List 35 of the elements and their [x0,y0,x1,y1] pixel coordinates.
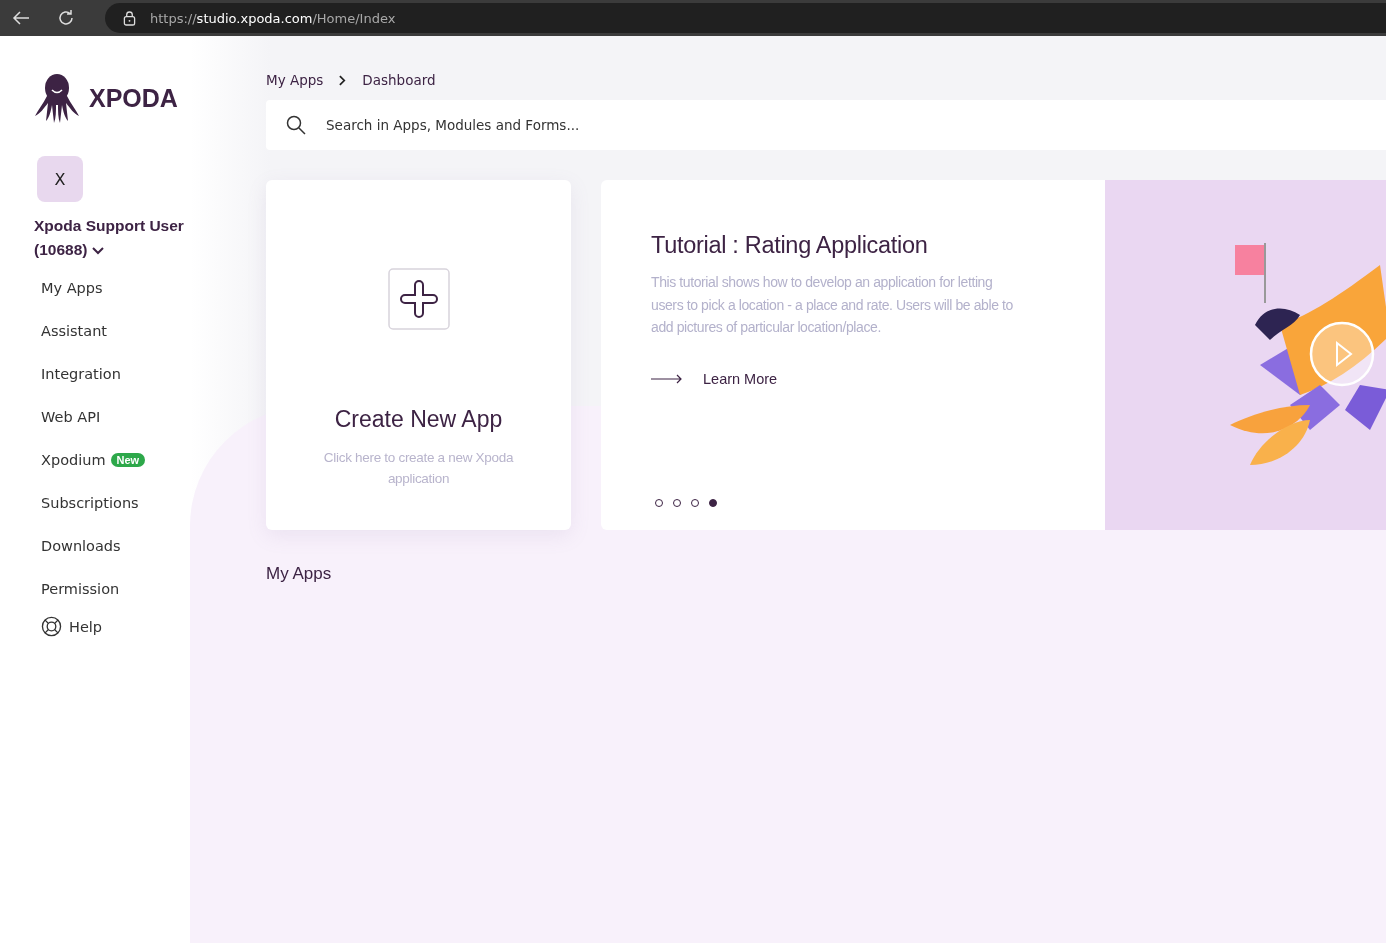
user-avatar[interactable]: X [37,156,83,202]
chevron-down-icon [91,247,104,255]
sidebar-item[interactable]: Subscriptions [41,494,139,511]
breadcrumb-link[interactable]: Dashboard [362,72,436,88]
sidebar-item[interactable]: Integration [41,365,121,382]
search-icon [286,115,306,135]
learn-more-link[interactable]: Learn More [651,370,778,387]
sidebar-item[interactable]: My Apps [41,279,103,296]
tutorial-title: Tutorial : Rating Application [651,232,929,259]
reload-icon[interactable] [56,8,76,28]
arrow-right-icon [651,373,683,384]
sidebar-item[interactable]: Permission [41,580,120,597]
search-field[interactable]: Search in Apps, Modules and Forms... [266,100,1386,150]
create-app-card[interactable]: Create New App Click here to create a new Xpoda application [266,180,571,530]
new-badge: New [110,452,146,467]
plus-icon [387,268,450,330]
carousel-dot[interactable] [709,499,717,507]
lifebuoy-icon [41,616,62,637]
create-app-title: Create New App [334,406,503,433]
octopus-logo-icon [35,72,79,124]
sidebar-item[interactable]: Xpodium [41,451,106,468]
logo-text: XPODA [89,83,178,113]
sidebar-item[interactable]: Downloads [41,537,121,554]
user-name-dropdown[interactable]: Xpoda Support User (10688) [34,214,190,262]
help-link[interactable]: Help [41,616,103,637]
create-app-subtitle: Click here to create a new Xpoda application [322,449,515,488]
sidebar-item[interactable]: Web API [41,408,101,425]
address-bar[interactable]: https://studio.xpoda.com/Home/Index [105,3,1386,33]
tutorial-description: This tutorial shows how to develop an application for letting users to pick a location - a place and rate. Users will be able to add pictures of particular location/place. [651,273,1013,337]
chevron-right-icon [339,74,347,86]
breadcrumb-link[interactable]: My Apps [266,72,324,88]
sidebar-item[interactable]: Assistant [41,322,108,339]
url-text: https://studio.xpoda.com/Home/Index [150,10,396,26]
section-title: My Apps [266,564,333,584]
lock-icon [123,10,136,26]
